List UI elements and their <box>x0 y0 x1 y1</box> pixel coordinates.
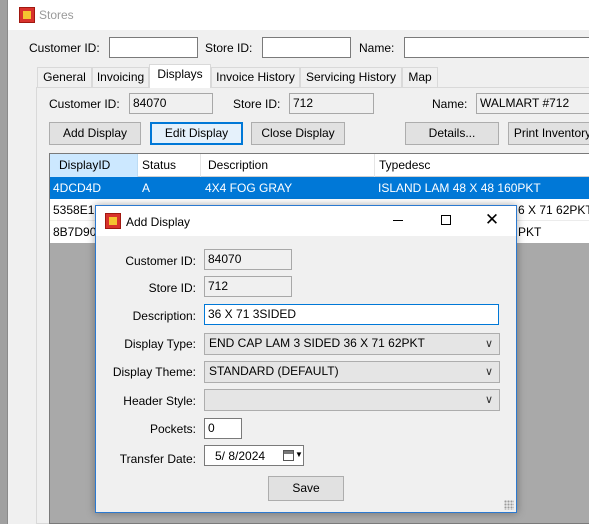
save-button[interactable]: Save <box>268 476 344 501</box>
transfer-date-value: 5/ 8/2024 <box>215 449 266 463</box>
cell-description: 4X4 FOG GRAY <box>205 181 293 195</box>
chevron-down-icon: ∨ <box>484 366 493 378</box>
grid-header: DisplayID Status Description Typedesc <box>50 154 589 177</box>
info-name-label: Name: <box>432 97 468 111</box>
tab-map-label: Map <box>408 70 432 84</box>
cell-displayid: 4DCD4D <box>53 181 102 195</box>
dialog-display-theme-label: Display Theme: <box>112 365 196 379</box>
close-display-button[interactable]: Close Display <box>251 122 345 145</box>
window-title: Stores <box>39 8 74 22</box>
title-bar: Stores <box>8 0 589 30</box>
tab-displays[interactable]: Displays <box>149 64 211 88</box>
info-name-value: WALMART #712 <box>476 93 589 114</box>
cell-typedesc: ISLAND LAM 48 X 48 160PKT <box>378 181 541 195</box>
maximize-icon[interactable] <box>441 215 451 225</box>
header-style-select[interactable]: ∨ <box>204 389 500 411</box>
tab-invoice-history-label: Invoice History <box>216 70 295 84</box>
display-type-select[interactable]: END CAP LAM 3 SIDED 36 X 71 62PKT ∨ <box>204 333 500 355</box>
search-name-label: Name: <box>359 41 395 55</box>
tab-servicing-history[interactable]: Servicing History <box>300 67 402 87</box>
minimize-icon[interactable] <box>393 220 403 221</box>
dialog-customer-label: Customer ID: <box>125 254 196 268</box>
tab-servicing-history-label: Servicing History <box>305 70 397 84</box>
search-customer-label: Customer ID: <box>29 41 100 55</box>
column-header-status-label: Status <box>142 158 177 172</box>
column-header-description[interactable]: Description <box>201 154 375 177</box>
tab-invoice-history[interactable]: Invoice History <box>211 67 300 87</box>
display-theme-select[interactable]: STANDARD (DEFAULT) ∨ <box>204 361 500 383</box>
edit-display-button[interactable]: Edit Display <box>150 122 243 145</box>
cell-status: A <box>142 181 151 195</box>
details-button[interactable]: Details... <box>405 122 499 145</box>
search-store-label: Store ID: <box>205 41 253 55</box>
tab-displays-label: Displays <box>157 67 203 81</box>
print-inventory-button[interactable]: Print Inventory <box>508 122 589 145</box>
column-header-displayid[interactable]: DisplayID <box>50 154 138 177</box>
column-header-typedesc-label: Typedesc <box>379 158 431 172</box>
add-display-dialog: Add Display ✕ Customer ID: 84070 Store I… <box>95 205 517 513</box>
info-store-value: 712 <box>289 93 374 114</box>
calendar-icon[interactable] <box>283 450 294 461</box>
add-display-button[interactable]: Add Display <box>49 122 141 145</box>
transfer-date-picker[interactable]: 5/ 8/2024 ▼ <box>204 445 304 466</box>
dialog-description-label: Description: <box>132 309 196 323</box>
column-header-description-label: Description <box>208 158 269 172</box>
chevron-down-icon: ∨ <box>484 394 493 406</box>
dialog-store-value: 712 <box>204 276 292 297</box>
chevron-down-icon: ∨ <box>484 338 493 350</box>
dialog-pockets-label: Pockets: <box>149 422 196 436</box>
dialog-header-style-label: Header Style: <box>123 394 196 408</box>
search-store-input[interactable] <box>262 37 351 58</box>
cell-typedesc: 6 X 71 62PKT <box>518 203 589 217</box>
column-header-displayid-label: DisplayID <box>59 158 111 172</box>
column-header-status[interactable]: Status <box>138 154 201 177</box>
column-header-typedesc[interactable]: Typedesc <box>375 154 589 177</box>
chevron-down-icon[interactable]: ▼ <box>295 450 303 459</box>
tab-map[interactable]: Map <box>402 67 438 87</box>
dialog-transfer-date-label: Transfer Date: <box>119 452 196 466</box>
display-type-value: END CAP LAM 3 SIDED 36 X 71 62PKT <box>209 336 425 350</box>
dialog-store-label: Store ID: <box>148 281 196 295</box>
cell-typedesc: PKT <box>518 225 542 239</box>
dialog-customer-value: 84070 <box>204 249 292 270</box>
tab-invoicing[interactable]: Invoicing <box>92 67 149 87</box>
dialog-display-type-label: Display Type: <box>124 337 196 351</box>
resize-grip-icon[interactable] <box>504 500 514 510</box>
close-icon[interactable]: ✕ <box>483 210 501 230</box>
dialog-title: Add Display <box>126 215 191 229</box>
tab-general[interactable]: General <box>37 67 92 87</box>
info-store-label: Store ID: <box>233 97 281 111</box>
description-input[interactable]: 36 X 71 3SIDED <box>204 304 499 325</box>
search-name-input[interactable] <box>404 37 589 58</box>
info-customer-label: Customer ID: <box>49 97 120 111</box>
dialog-title-bar: Add Display ✕ <box>96 206 516 236</box>
search-customer-input[interactable] <box>109 37 198 58</box>
tab-general-label: General <box>43 70 86 84</box>
dialog-app-icon <box>105 213 121 229</box>
info-customer-value: 84070 <box>129 93 213 114</box>
tab-invoicing-label: Invoicing <box>96 70 145 84</box>
app-icon <box>19 7 35 23</box>
display-theme-value: STANDARD (DEFAULT) <box>209 364 339 378</box>
pockets-input[interactable]: 0 <box>204 418 242 439</box>
table-row[interactable]: 4DCD4D A 4X4 FOG GRAY ISLAND LAM 48 X 48… <box>50 177 589 199</box>
